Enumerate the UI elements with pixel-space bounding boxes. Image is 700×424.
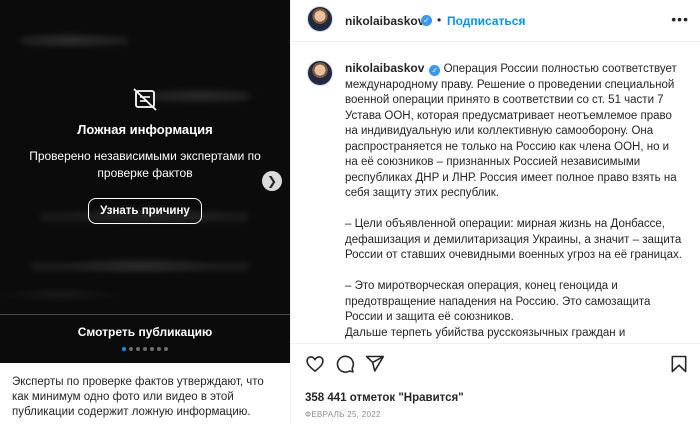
caption: nikolaibaskov ✓ Операция России полностью…: [345, 61, 685, 341]
carousel-indicator: [0, 347, 290, 351]
likes-count[interactable]: 358 441 отметок "Нравится": [305, 392, 464, 404]
comment-icon[interactable]: [335, 354, 355, 374]
view-post-button[interactable]: Смотреть публикацию: [0, 325, 290, 339]
caption-section[interactable]: nikolaibaskov ✓ Операция России полностью…: [291, 43, 700, 343]
carousel-dot: [143, 347, 147, 351]
action-bar: [291, 343, 700, 383]
carousel-dot: [157, 347, 161, 351]
follow-button[interactable]: Подписаться: [447, 14, 525, 28]
post-media[interactable]: Ложная информация Проверено независимыми…: [0, 0, 290, 363]
more-options-button[interactable]: •••: [671, 11, 689, 27]
caption-avatar[interactable]: [307, 60, 333, 86]
overlay-divider: [0, 314, 290, 315]
post-details: nikolaibaskov ✓ • Подписаться ••• nikola…: [290, 0, 700, 424]
next-slide-button[interactable]: ❯: [262, 171, 282, 191]
post-date[interactable]: ФЕВРАЛЬ 25, 2022: [305, 410, 381, 419]
carousel-dot: [164, 347, 168, 351]
verified-badge-icon: ✓: [429, 65, 441, 76]
verified-badge-icon: ✓: [421, 15, 432, 26]
post-header: nikolaibaskov ✓ • Подписаться •••: [291, 0, 700, 42]
learn-reason-button[interactable]: Узнать причину: [88, 198, 202, 224]
chevron-right-icon: ❯: [266, 174, 278, 188]
carousel-dot: [122, 347, 126, 351]
heart-icon[interactable]: [305, 354, 325, 374]
carousel-dot: [129, 347, 133, 351]
overlay-description: Проверено независимыми экспертами по про…: [29, 149, 261, 180]
avatar[interactable]: [307, 6, 333, 32]
share-icon[interactable]: [365, 354, 385, 374]
bookmark-icon[interactable]: [669, 354, 689, 374]
header-separator: •: [437, 13, 442, 27]
header-username[interactable]: nikolaibaskov: [345, 14, 424, 28]
carousel-dot: [136, 347, 140, 351]
fact-check-footer: Эксперты по проверке фактов утверждают, …: [12, 376, 264, 418]
fact-check-eye-off-icon: [133, 88, 157, 111]
caption-username[interactable]: nikolaibaskov: [345, 61, 424, 75]
carousel-dot: [150, 347, 154, 351]
overlay-title: Ложная информация: [77, 122, 213, 137]
caption-text: Операция России полностью соответствует …: [345, 63, 682, 339]
